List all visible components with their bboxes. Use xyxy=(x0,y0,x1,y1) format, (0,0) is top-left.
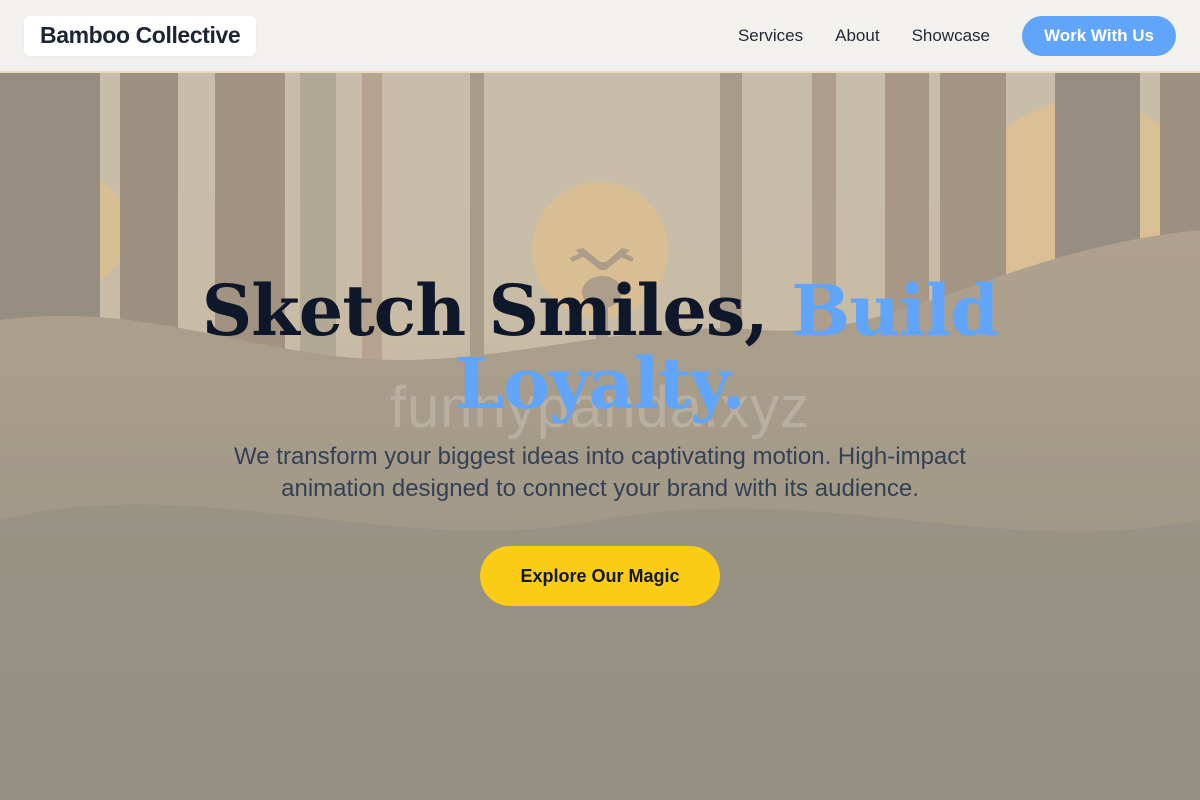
top-navbar: Bamboo Collective Services About Showcas… xyxy=(0,0,1200,73)
explore-our-magic-button[interactable]: Explore Our Magic xyxy=(480,546,720,606)
nav-link-showcase[interactable]: Showcase xyxy=(912,26,990,46)
hero-subtitle: We transform your biggest ideas into cap… xyxy=(234,443,966,502)
nav-link-about[interactable]: About xyxy=(835,26,879,46)
nav-link-services[interactable]: Services xyxy=(738,26,803,46)
work-with-us-button[interactable]: Work With Us xyxy=(1022,15,1176,56)
brand-logo[interactable]: Bamboo Collective xyxy=(24,15,257,56)
hero-section: funnypanda.xyz Sketch Smiles, Build Loya… xyxy=(0,0,1200,800)
headline-part-1: Sketch Smiles, xyxy=(201,269,769,352)
primary-nav: Services About Showcase Work With Us xyxy=(706,15,1176,56)
hero-headline: Sketch Smiles, Build Loyalty. xyxy=(150,274,1050,420)
